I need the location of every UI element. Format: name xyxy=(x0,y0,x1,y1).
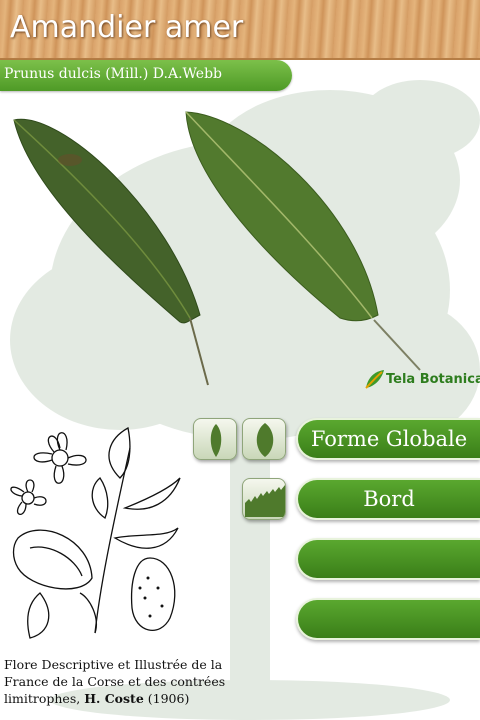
botanical-illustration xyxy=(10,426,181,639)
criterion-empty-button-1[interactable] xyxy=(296,538,480,580)
scientific-name-bar: Prunus dulcis (Mill.) D.A.Webb xyxy=(0,60,292,91)
leaf-oval-shape-button[interactable] xyxy=(242,418,286,460)
criterion-empty-button-2[interactable] xyxy=(296,598,480,640)
criterion-label: Forme Globale xyxy=(310,427,468,451)
leaf-photo[interactable] xyxy=(0,100,480,400)
scientific-name: Prunus dulcis (Mill.) D.A.Webb xyxy=(4,66,222,82)
page-title: Amandier amer xyxy=(10,10,244,45)
flower-drawing xyxy=(33,432,87,484)
left-leaf xyxy=(13,118,209,386)
criterion-forme-globale-button[interactable]: Forme Globale xyxy=(296,418,480,460)
leaf-narrow-shape-button[interactable] xyxy=(193,418,237,460)
tela-botanica-logo: Tela Botanica xyxy=(364,368,480,392)
illustration-caption: Flore Descriptive et Illustrée de la Fra… xyxy=(4,656,244,707)
tela-botanica-leaf-icon xyxy=(365,370,384,389)
leaf-edge-button[interactable] xyxy=(242,478,286,520)
leaf-oval-icon xyxy=(256,423,274,457)
header-bar: Amandier amer xyxy=(0,0,480,60)
logo-text: Tela Botanica xyxy=(386,372,480,387)
leaf-narrow-icon xyxy=(210,424,222,457)
criterion-label: Bord xyxy=(363,487,415,511)
caption-year: (1906) xyxy=(147,691,190,706)
right-leaf xyxy=(185,111,421,371)
flower-drawing-2 xyxy=(10,479,47,515)
criterion-bord-button[interactable]: Bord xyxy=(296,478,480,520)
caption-author: H. Coste xyxy=(84,691,144,706)
leaf-edge-serrated-icon xyxy=(245,485,285,517)
